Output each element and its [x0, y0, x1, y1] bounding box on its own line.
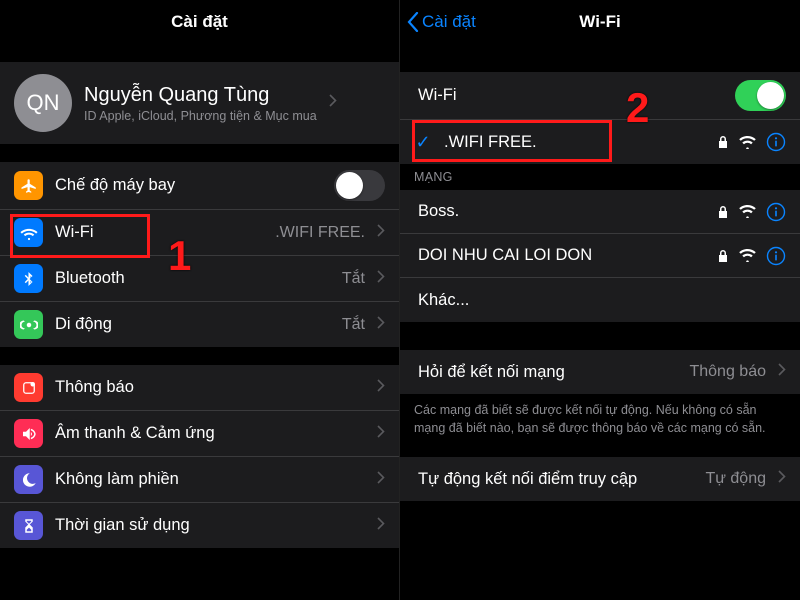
screentime-row[interactable]: Thời gian sử dụng [0, 503, 399, 548]
networks-section-header: MẠNG [400, 164, 800, 190]
notifications-row[interactable]: Thông báo [0, 365, 399, 411]
notifications-icon [14, 373, 43, 402]
network-row[interactable]: Boss. [400, 190, 800, 234]
lock-icon [717, 249, 729, 263]
other-network-label: Khác... [414, 291, 786, 310]
airplane-label: Chế độ máy bay [55, 176, 322, 195]
chevron-right-icon [377, 224, 385, 242]
airplane-switch[interactable] [334, 170, 385, 201]
sounds-label: Âm thanh & Cảm ứng [55, 424, 365, 443]
wifi-header: Cài đặt Wi-Fi [400, 0, 800, 44]
chevron-right-icon [329, 94, 337, 112]
wifi-signal-icon [739, 249, 756, 262]
cellular-detail: Tắt [342, 316, 365, 334]
settings-title: Cài đặt [171, 12, 228, 32]
back-button[interactable]: Cài đặt [406, 0, 476, 44]
chevron-right-icon [377, 517, 385, 535]
screentime-label: Thời gian sử dụng [55, 516, 365, 535]
annotation-number-2: 2 [626, 84, 649, 132]
profile-name: Nguyễn Quang Tùng [84, 84, 317, 107]
bluetooth-row[interactable]: Bluetooth Tắt [0, 256, 399, 302]
chevron-right-icon [778, 470, 786, 488]
other-network-row[interactable]: Khác... [400, 278, 800, 322]
network-name: DOI NHU CAI LOI DON [414, 246, 705, 265]
back-label: Cài đặt [422, 12, 476, 32]
bluetooth-label: Bluetooth [55, 269, 330, 288]
wifi-signal-icon [739, 205, 756, 218]
ask-to-join-label: Hỏi để kết nối mạng [414, 363, 677, 382]
moon-icon [14, 465, 43, 494]
wifi-detail-pane: Cài đặt Wi-Fi Wi-Fi ✓ .WIFI FREE. MẠNG B… [400, 0, 800, 600]
profile-sub: ID Apple, iCloud, Phương tiện & Mục mua [84, 109, 317, 123]
chevron-right-icon [377, 316, 385, 334]
info-icon[interactable] [766, 246, 786, 266]
network-row[interactable]: DOI NHU CAI LOI DON [400, 234, 800, 278]
hourglass-icon [14, 511, 43, 540]
dnd-label: Không làm phiền [55, 470, 365, 489]
avatar: QN [14, 74, 72, 132]
sounds-row[interactable]: Âm thanh & Cảm ứng [0, 411, 399, 457]
wifi-switch[interactable] [735, 80, 786, 111]
auto-hotspot-row[interactable]: Tự động kết nối điểm truy cập Tự động [400, 457, 800, 501]
wifi-detail: .WIFI FREE. [275, 224, 365, 242]
info-icon[interactable] [766, 132, 786, 152]
lock-icon [717, 205, 729, 219]
chevron-right-icon [377, 425, 385, 443]
chevron-right-icon [778, 363, 786, 381]
ask-to-join-row[interactable]: Hỏi để kết nối mạng Thông báo [400, 350, 800, 394]
ask-to-join-footer: Các mạng đã biết sẽ được kết nối tự động… [400, 394, 800, 441]
auto-hotspot-detail: Tự động [705, 470, 766, 488]
wifi-row[interactable]: Wi-Fi .WIFI FREE. [0, 210, 399, 256]
bluetooth-detail: Tắt [342, 270, 365, 288]
chevron-right-icon [377, 379, 385, 397]
notifications-label: Thông báo [55, 378, 365, 397]
wifi-label: Wi-Fi [55, 223, 263, 242]
sounds-icon [14, 419, 43, 448]
connected-network-row[interactable]: ✓ .WIFI FREE. [400, 120, 800, 164]
wifi-signal-icon [739, 136, 756, 149]
wifi-icon [14, 218, 43, 247]
wifi-page-title: Wi-Fi [579, 12, 620, 32]
settings-root-pane: Cài đặt QN Nguyễn Quang Tùng ID Apple, i… [0, 0, 400, 600]
checkmark-icon: ✓ [414, 132, 432, 153]
cellular-label: Di động [55, 315, 330, 334]
info-icon[interactable] [766, 202, 786, 222]
airplane-icon [14, 171, 43, 200]
annotation-number-1: 1 [168, 232, 191, 280]
wifi-toggle-row[interactable]: Wi-Fi [400, 72, 800, 120]
network-name: Boss. [414, 202, 705, 221]
auto-hotspot-label: Tự động kết nối điểm truy cập [414, 470, 693, 489]
settings-header: Cài đặt [0, 0, 399, 44]
cellular-row[interactable]: Di động Tắt [0, 302, 399, 347]
connected-network-name: .WIFI FREE. [444, 133, 705, 152]
chevron-right-icon [377, 270, 385, 288]
cellular-icon [14, 310, 43, 339]
bluetooth-icon [14, 264, 43, 293]
airplane-mode-row[interactable]: Chế độ máy bay [0, 162, 399, 210]
apple-id-row[interactable]: QN Nguyễn Quang Tùng ID Apple, iCloud, P… [0, 62, 399, 144]
dnd-row[interactable]: Không làm phiền [0, 457, 399, 503]
wifi-toggle-label: Wi-Fi [414, 86, 723, 105]
chevron-right-icon [377, 471, 385, 489]
lock-icon [717, 135, 729, 149]
ask-to-join-detail: Thông báo [689, 363, 766, 381]
